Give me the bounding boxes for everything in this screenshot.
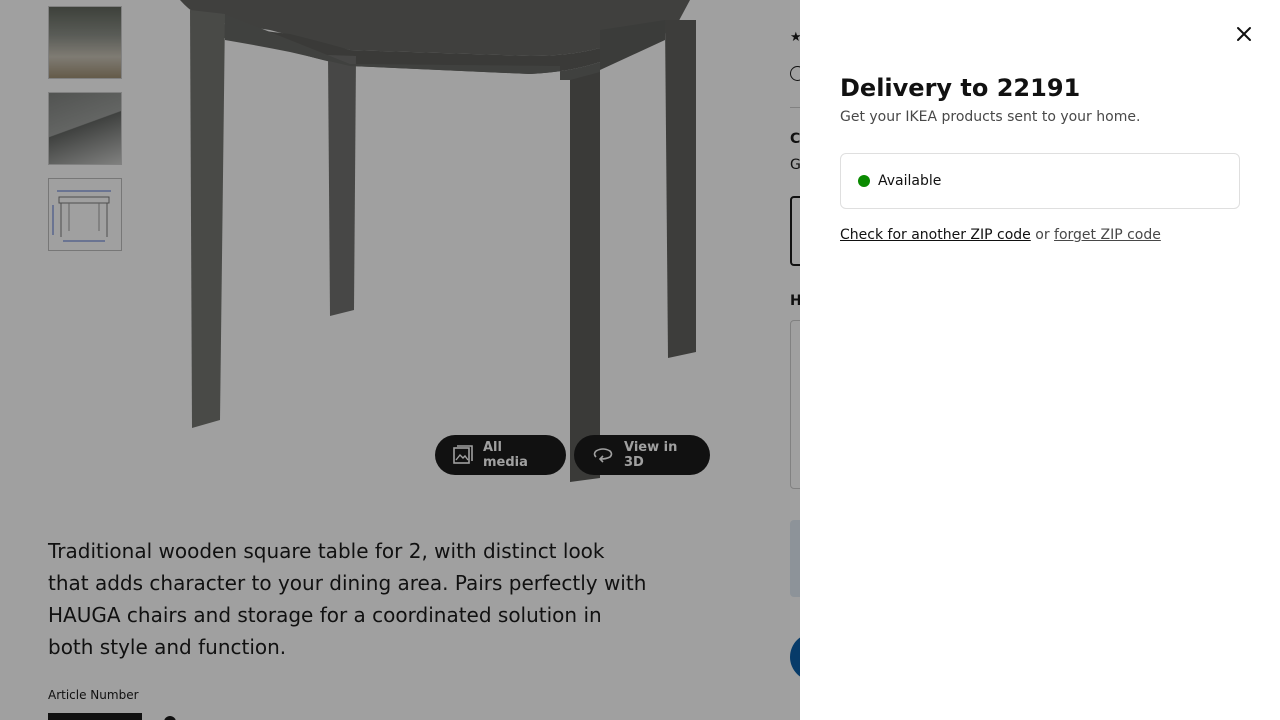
- modal-backdrop[interactable]: [0, 0, 800, 720]
- forget-zip-link[interactable]: forget ZIP code: [1054, 227, 1161, 243]
- check-another-zip-link[interactable]: Check for another ZIP code: [840, 227, 1031, 243]
- zip-actions: Check for another ZIP code or forget ZIP…: [840, 227, 1161, 243]
- or-text: or: [1030, 227, 1055, 243]
- delivery-panel: [800, 0, 1280, 720]
- close-icon: [1236, 26, 1252, 46]
- panel-subtitle: Get your IKEA products sent to your home…: [840, 109, 1141, 125]
- available-status-icon: [858, 175, 870, 187]
- close-button[interactable]: [1228, 20, 1260, 52]
- availability-text: Available: [878, 173, 942, 189]
- availability-status-box: Available: [840, 153, 1240, 209]
- panel-title: Delivery to 22191: [840, 74, 1081, 102]
